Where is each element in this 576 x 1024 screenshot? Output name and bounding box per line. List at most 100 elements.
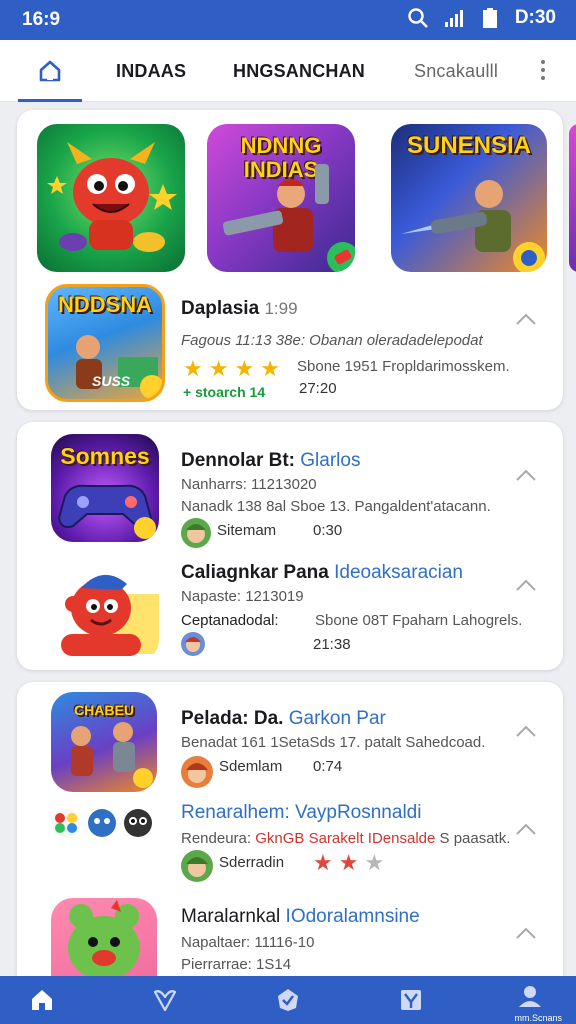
soldier-illustration [222, 164, 355, 272]
status-clock: D:30 [514, 7, 556, 28]
status-icons: D:30 [407, 7, 556, 29]
chevron-up-icon[interactable] [515, 578, 537, 592]
app-meta-line-1: Napaltaer: 11116-10 [181, 934, 315, 951]
app-icon: CHABEU [51, 692, 157, 792]
red-mascot-illustration [61, 574, 159, 656]
banner-soldier-game[interactable]: NDNNG INDIAS [207, 124, 355, 272]
banner-next-peek[interactable] [569, 124, 576, 272]
app-time: 0:30 [313, 522, 343, 539]
app-list-card-2: CHABEU Pelada: Da. Garkon Par Benadat 16… [17, 682, 563, 982]
banner-monster-game[interactable] [37, 124, 185, 272]
green-bear-illustration [68, 900, 140, 980]
home-icon [39, 60, 61, 82]
status-bar: 16:9 D:30 [0, 0, 576, 40]
nav-verified[interactable] [258, 976, 318, 1024]
app-time: 0:74 [313, 758, 343, 775]
app-meta-line-2: Sbone 1951 Fropldarimosskem. [297, 358, 510, 375]
top-tab-bar: INDAAS HNGSANCHAN Sncakaulll [0, 40, 576, 102]
shield-check-icon [278, 989, 298, 1011]
app-item-caliagnkar[interactable]: Caliagnkar Pana Ideoaksaracian Napaste: … [17, 552, 563, 672]
star-icon: ★ [364, 850, 385, 875]
app-developer: Ideoaksaracian [334, 562, 463, 583]
app-item-daplasia[interactable]: NDDSNA SUSS Daplasia 1:99 Fagous 11:13 3… [17, 280, 563, 402]
app-item-pelada[interactable]: CHABEU Pelada: Da. Garkon Par Benadat 16… [17, 692, 563, 812]
chevron-up-icon[interactable] [515, 312, 537, 326]
meta-part-a: Rendeura: [181, 830, 252, 847]
status-time: 16:9 [22, 9, 61, 30]
heart-outline-icon [153, 990, 177, 1012]
app-meta-line-1: Nanharrs: 11213020 [181, 476, 317, 493]
more-options-icon[interactable] [540, 60, 546, 82]
app-list-card: Somnes Dennolar Bt: Glarlos Nanharrs: 11… [17, 422, 563, 670]
rating-stars: ★ ★ ★ ★ [183, 358, 280, 380]
dark-face-icon [124, 809, 152, 837]
app-name: Renaralhem: VaypRosnnaldi [181, 802, 422, 823]
tab-sncakaulll[interactable]: Sncakaulll [414, 40, 498, 102]
avatar-label: Sdemlam [219, 758, 283, 775]
avatar-label: Sitemam [217, 522, 277, 539]
app-icon [51, 898, 157, 982]
avatar [181, 756, 213, 788]
search-icon[interactable] [407, 7, 429, 29]
red-monster-illustration [47, 142, 177, 252]
chevron-up-icon[interactable] [515, 724, 537, 738]
rating-stars: ★ ★ ★ [313, 852, 384, 874]
banner-shooter-game[interactable]: SUNENSIA [391, 124, 547, 272]
nav-profile-label: mm.Scnans [514, 1013, 562, 1023]
tab-home[interactable] [18, 40, 82, 102]
nav-favorites[interactable] [135, 976, 195, 1024]
profile-icon [519, 986, 541, 1007]
nav-home[interactable] [12, 976, 72, 1024]
star-icon: ★ [313, 850, 333, 875]
app-item-dennolar[interactable]: Somnes Dennolar Bt: Glarlos Nanharrs: 11… [17, 434, 563, 554]
meta-part-b: GknGB Sarakelt [255, 830, 364, 847]
app-name: Dennolar Bt: Glarlos [181, 450, 360, 472]
gamepad-icon [57, 484, 156, 539]
app-name: Caliagnkar Pana Ideoaksaracian [181, 562, 463, 584]
app-developer: Garkon Par [288, 708, 386, 729]
app-name-text: Dennolar Bt: [181, 450, 295, 471]
tab-indaas[interactable]: INDAAS [116, 40, 186, 102]
app-meta-line-2b: Sbone 08T Fpaharn Lahogrels. [315, 612, 523, 629]
app-developer: Glarlos [300, 450, 361, 471]
signal-icon [444, 10, 463, 27]
battery-icon [482, 8, 497, 28]
bookmark-check-icon [401, 990, 421, 1010]
heroes-illustration [71, 722, 153, 788]
app-name-text: Pelada: Da. [181, 708, 284, 729]
green-tag: + stoarch 14 [183, 384, 266, 400]
star-icon: ★ [234, 356, 255, 381]
meta-part-c: IDensalde [367, 830, 436, 847]
avatar [181, 518, 211, 548]
app-meta-line-2: Nanadk 138 8al Sboe 13. Pangaldent'ataca… [181, 498, 491, 515]
app-meta-line-1: Napaste: 1213019 [181, 588, 304, 605]
space-soldier-illustration [401, 180, 545, 272]
app-time: 27:20 [299, 380, 337, 397]
featured-card: NDNNGINDIAS SUNENSIA NDDSNA SUSS Daplas [17, 110, 576, 410]
chevron-up-icon[interactable] [515, 926, 537, 940]
flower-icon [52, 809, 80, 837]
app-meta-line-2: Pierrarrae: 1S14 [181, 956, 292, 973]
star-icon: ★ [183, 356, 203, 381]
app-name-text: Daplasia [181, 298, 260, 319]
tab-hngsanchan[interactable]: HNGSANCHAN [233, 40, 365, 102]
avatar [181, 632, 205, 656]
app-icon: Somnes [51, 434, 159, 542]
app-name-text: Maralarnkal [181, 906, 281, 927]
app-icon: NDDSNA SUSS [45, 284, 165, 402]
app-meta-line-2a: Ceptanadodal: [181, 612, 279, 629]
app-time: 21:38 [313, 636, 351, 653]
bottom-nav-bar: mm.Scnans [0, 976, 576, 1024]
active-tab-indicator [18, 99, 82, 102]
chevron-up-icon[interactable] [515, 822, 537, 836]
star-icon: ★ [260, 356, 280, 381]
mini-icons-group [51, 808, 153, 838]
nav-library[interactable] [381, 976, 441, 1024]
chevron-up-icon[interactable] [515, 468, 537, 482]
avatar [181, 850, 213, 882]
star-icon: ★ [208, 356, 229, 381]
app-name: Maralarnkal IOdoralamnsine [181, 906, 420, 928]
app-name: Pelada: Da. Garkon Par [181, 708, 386, 730]
app-name: Daplasia 1:99 [181, 298, 298, 320]
app-developer: IOdoralamnsine [285, 906, 420, 927]
